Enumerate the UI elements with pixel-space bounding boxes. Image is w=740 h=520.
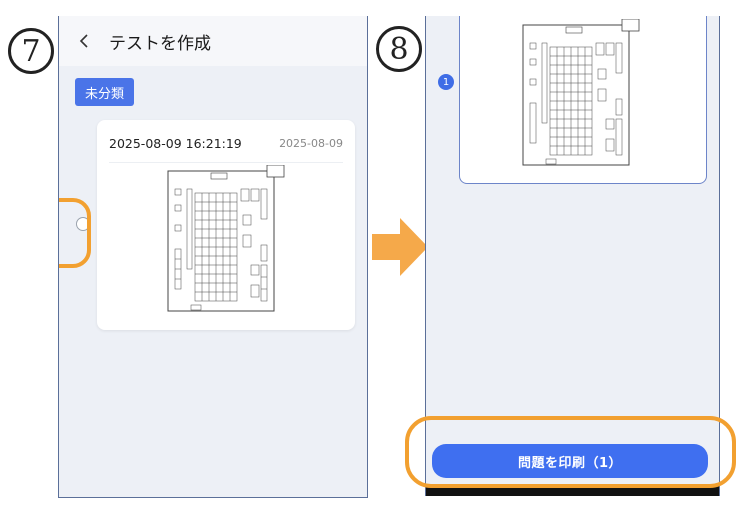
page-title: テストを作成: [109, 33, 211, 54]
answer-sheet-thumbnail: [522, 18, 640, 169]
test-card[interactable]: 2025-08-09 16:21:19 2025-08-09: [97, 120, 355, 330]
arrow-right-icon: [372, 218, 428, 276]
card-date: 2025-08-09: [279, 136, 343, 150]
top-app-bar: テストを作成: [59, 16, 367, 66]
radio-highlight: [59, 198, 91, 268]
create-test-screen: テストを作成 未分類 2025-08-09 16:21:19 2025-08-0…: [58, 16, 368, 498]
print-button-highlight: [405, 416, 736, 488]
selected-count-badge: 1: [438, 74, 454, 90]
chevron-left-icon[interactable]: [75, 32, 93, 50]
selected-test-card[interactable]: [459, 16, 707, 184]
step-8-label: 8: [376, 26, 422, 72]
answer-sheet-thumbnail: [167, 164, 285, 315]
card-title: 2025-08-09 16:21:19: [109, 135, 242, 151]
category-chip[interactable]: 未分類: [75, 78, 135, 106]
card-header: 2025-08-09 16:21:19 2025-08-09: [109, 130, 343, 163]
step-7-label: 7: [8, 28, 54, 74]
